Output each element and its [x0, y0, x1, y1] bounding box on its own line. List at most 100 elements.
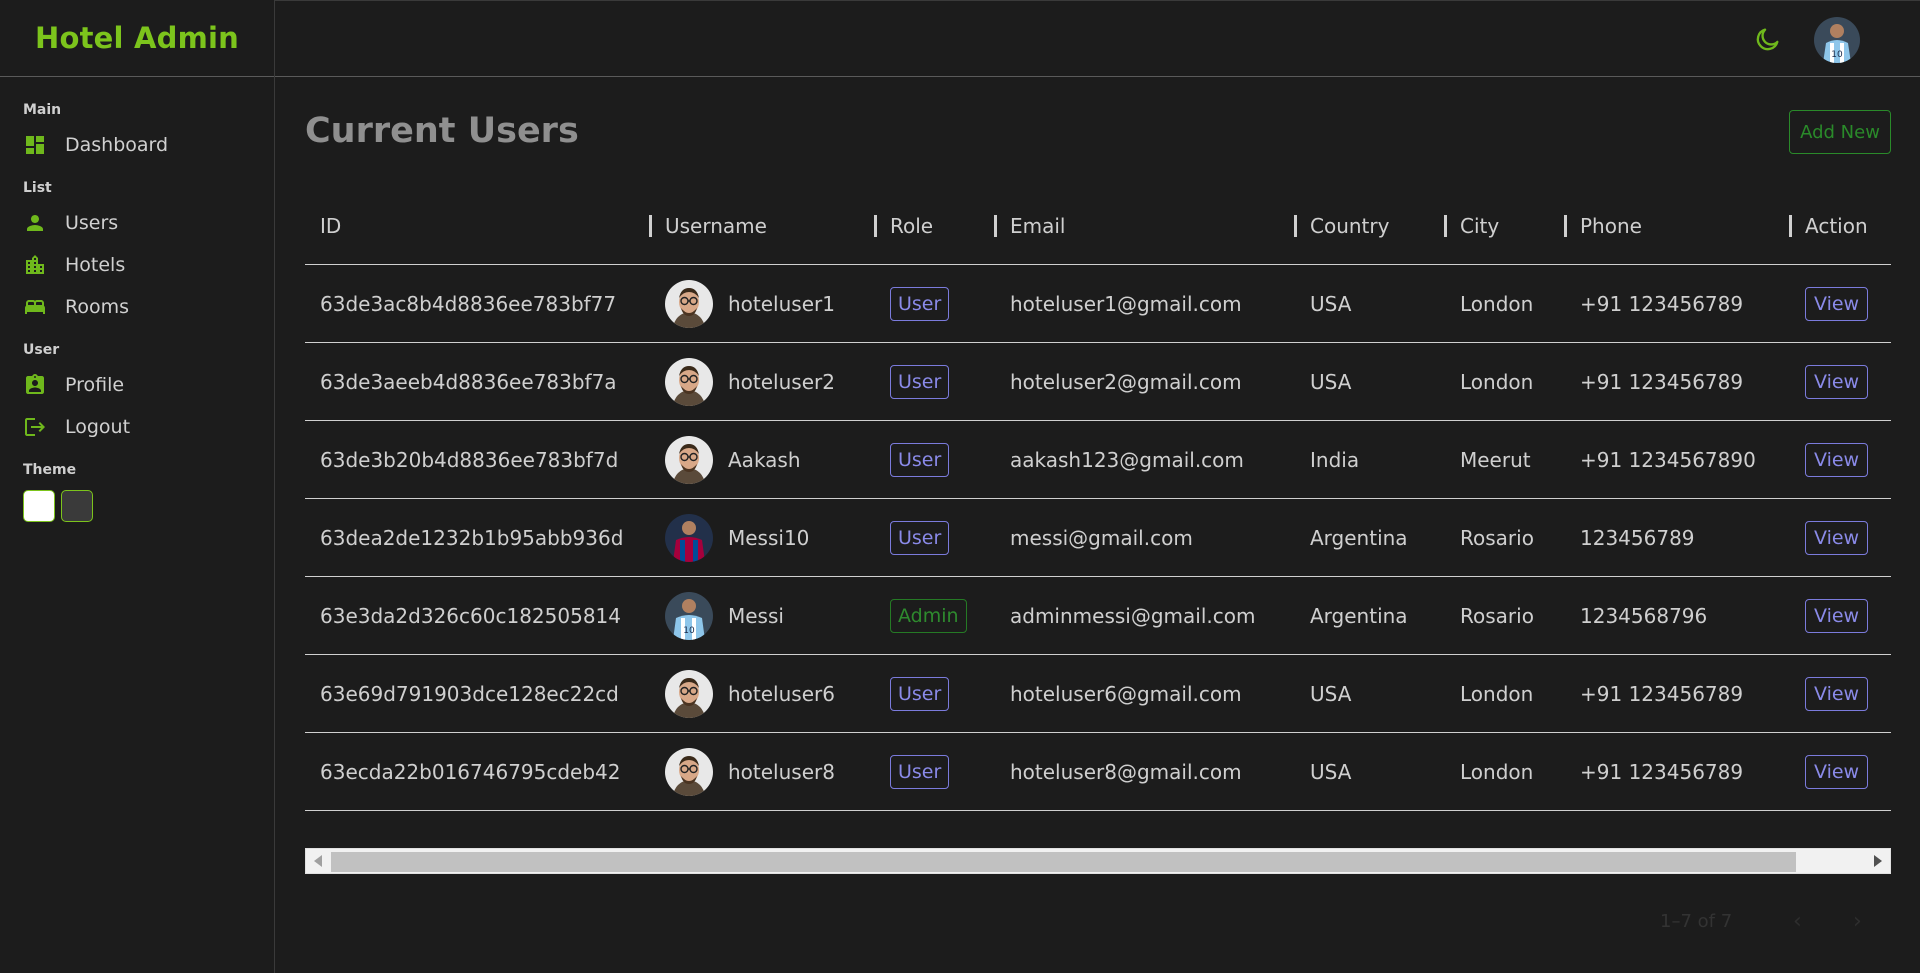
table-header: ID Username Role Email Country City Phon… — [305, 187, 1891, 265]
svg-text:10: 10 — [683, 626, 695, 636]
sidebar-section-list: List Users Hotels Rooms — [23, 180, 274, 322]
column-separator[interactable] — [1444, 215, 1447, 237]
view-button[interactable]: View — [1805, 599, 1869, 633]
cell-username: hoteluser1 — [665, 265, 835, 343]
cell-email: hoteluser6@gmail.com — [1010, 682, 1242, 706]
scroll-left-arrow-icon[interactable] — [314, 855, 322, 867]
role-badge-admin: Admin — [890, 599, 967, 633]
avatar — [665, 358, 713, 406]
cell-city: Meerut — [1460, 448, 1531, 472]
column-separator[interactable] — [874, 215, 877, 237]
cell-phone: +91 1234567890 — [1580, 448, 1756, 472]
add-new-button[interactable]: Add New — [1789, 110, 1891, 154]
sidebar-item-label: Logout — [65, 416, 131, 438]
avatar — [665, 436, 713, 484]
sidebar-item-users[interactable]: Users — [23, 208, 274, 238]
sidebar: Hotel Admin Main Dashboard List Users Ho… — [0, 0, 275, 973]
table-row[interactable]: 63dea2de1232b1b95abb936d Messi10 User messi… — [305, 499, 1891, 577]
view-button[interactable]: View — [1805, 755, 1869, 789]
table-row[interactable]: 63de3aeeb4d8836ee783bf7a hoteluser2 User ho… — [305, 343, 1891, 421]
sidebar-item-logout[interactable]: Logout — [23, 412, 274, 442]
sidebar-item-profile[interactable]: Profile — [23, 370, 274, 400]
sidebar-section-title: Theme — [23, 462, 77, 478]
brand-title[interactable]: Hotel Admin — [35, 21, 239, 55]
column-separator[interactable] — [1789, 215, 1792, 237]
column-header-country[interactable]: Country — [1294, 187, 1389, 265]
cell-country: Argentina — [1310, 604, 1408, 628]
table-row[interactable]: 63e3da2d326c60c182505814 10 Messi Admin admi… — [305, 577, 1891, 655]
chevron-right-icon[interactable]: › — [1853, 909, 1862, 934]
column-header-username[interactable]: Username — [649, 187, 767, 265]
cell-country: USA — [1310, 370, 1352, 394]
cell-city: London — [1460, 292, 1534, 316]
id-badge-icon — [23, 373, 47, 397]
chevron-left-icon[interactable]: ‹ — [1793, 909, 1802, 934]
page-title: Current Users — [305, 111, 579, 151]
username-text: Messi — [728, 604, 784, 628]
cell-phone: +91 123456789 — [1580, 292, 1744, 316]
sidebar-item-dashboard[interactable]: Dashboard — [23, 130, 274, 160]
sidebar-item-label: Users — [65, 212, 119, 234]
cell-city: London — [1460, 760, 1534, 784]
cell-phone: 123456789 — [1580, 526, 1695, 550]
cell-role: Admin — [890, 577, 967, 655]
cell-id: 63de3aeeb4d8836ee783bf7a — [320, 370, 617, 394]
cell-role: User — [890, 343, 950, 421]
view-button[interactable]: View — [1805, 443, 1869, 477]
cell-id: 63e3da2d326c60c182505814 — [320, 604, 621, 628]
table-row[interactable]: 63e69d791903dce128ec22cd hoteluser6 User ho… — [305, 655, 1891, 733]
role-badge-user: User — [890, 521, 950, 555]
sidebar-item-rooms[interactable]: Rooms — [23, 292, 274, 322]
brand[interactable]: Hotel Admin — [0, 0, 274, 77]
username-text: hoteluser1 — [728, 292, 835, 316]
cell-role: User — [890, 421, 950, 499]
cell-email: aakash123@gmail.com — [1010, 448, 1244, 472]
pagination: 1–7 of 7 ‹ › — [305, 897, 1891, 947]
table-row[interactable]: 63ecda22b016746795cdeb42 hoteluser8 User ho… — [305, 733, 1891, 811]
table-row[interactable]: 63de3b20b4d8836ee783bf7d Aakash User aakash… — [305, 421, 1891, 499]
cell-id: 63dea2de1232b1b95abb936d — [320, 526, 624, 550]
role-badge-user: User — [890, 677, 950, 711]
view-button[interactable]: View — [1805, 365, 1869, 399]
dark-theme-swatch[interactable] — [61, 490, 93, 522]
cell-country: Argentina — [1310, 526, 1408, 550]
scroll-right-arrow-icon[interactable] — [1874, 855, 1882, 867]
column-separator[interactable] — [649, 215, 652, 237]
sidebar-item-hotels[interactable]: Hotels — [23, 250, 274, 280]
svg-text:10: 10 — [1831, 50, 1843, 60]
column-separator[interactable] — [1564, 215, 1567, 237]
sidebar-section-title: Main — [23, 102, 62, 118]
dashboard-icon — [23, 133, 47, 157]
cell-country: USA — [1310, 760, 1352, 784]
horizontal-scrollbar[interactable] — [305, 848, 1891, 874]
column-header-phone[interactable]: Phone — [1564, 187, 1642, 265]
avatar — [665, 514, 713, 562]
column-header-id[interactable]: ID — [320, 187, 341, 265]
cell-action: View — [1805, 499, 1869, 577]
cell-country: USA — [1310, 682, 1352, 706]
sidebar-section-theme: Theme — [23, 462, 274, 522]
avatar[interactable]: 10 — [1814, 17, 1860, 63]
column-separator[interactable] — [994, 215, 997, 237]
view-button[interactable]: View — [1805, 677, 1869, 711]
column-header-role[interactable]: Role — [874, 187, 933, 265]
cell-city: Rosario — [1460, 526, 1534, 550]
column-header-city[interactable]: City — [1444, 187, 1499, 265]
moon-icon[interactable] — [1754, 25, 1782, 53]
view-button[interactable]: View — [1805, 521, 1869, 555]
cell-phone: +91 123456789 — [1580, 760, 1744, 784]
light-theme-swatch[interactable] — [23, 490, 55, 522]
cell-email: hoteluser1@gmail.com — [1010, 292, 1242, 316]
users-table: ID Username Role Email Country City Phon… — [305, 187, 1891, 811]
column-separator[interactable] — [1294, 215, 1297, 237]
cell-action: View — [1805, 265, 1869, 343]
topbar: 10 — [275, 0, 1920, 77]
view-button[interactable]: View — [1805, 287, 1869, 321]
username-text: hoteluser2 — [728, 370, 835, 394]
sidebar-section-title: List — [23, 180, 52, 196]
cell-role: User — [890, 655, 950, 733]
table-row[interactable]: 63de3ac8b4d8836ee783bf77 hoteluser1 User ho… — [305, 265, 1891, 343]
column-header-email[interactable]: Email — [994, 187, 1066, 265]
scrollbar-thumb[interactable] — [331, 852, 1796, 872]
column-header-action[interactable]: Action — [1789, 187, 1868, 265]
